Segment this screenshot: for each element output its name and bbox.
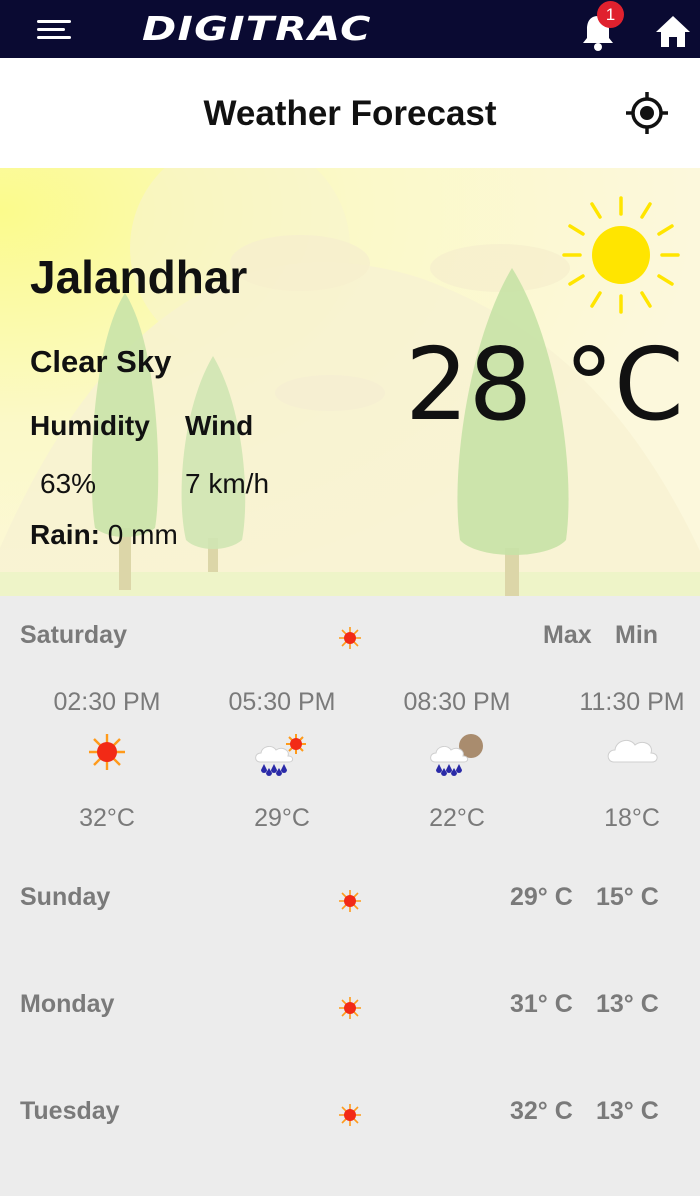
rain-info: Rain: 0 mm (30, 519, 178, 551)
wind-label: Wind (185, 410, 254, 441)
page-title: Weather Forecast (203, 94, 497, 133)
menu-icon[interactable] (30, 14, 76, 44)
hourly-temp: 22°C (429, 804, 485, 832)
hourly-time: 05:30 PM (228, 688, 336, 716)
daily-day-name: Sunday (20, 883, 111, 911)
wind-value: 7 km/h (185, 468, 270, 499)
hourly-temp: 18°C (604, 804, 660, 832)
hourly-temp: 32°C (79, 804, 135, 832)
min-header: Min (615, 621, 659, 649)
forecast-panel: Saturday Max Min 02:30 PM 05:30 PM 08:30… (0, 596, 700, 1196)
daily-max-temp: 31° C (510, 990, 573, 1018)
humidity-label: Humidity (30, 410, 150, 441)
today-day-name: Saturday (20, 621, 127, 649)
humidity-value: 63% (40, 468, 97, 499)
sun-icon (89, 734, 125, 770)
daily-day-name: Monday (20, 990, 115, 1018)
daily-min-temp: 13° C (596, 1097, 659, 1125)
daily-max-temp: 29° C (510, 883, 573, 911)
app-bar: DIGITRAC 1 (0, 0, 700, 58)
home-icon[interactable] (654, 14, 692, 48)
weather-condition: Clear Sky (30, 344, 172, 379)
daily-max-temp: 32° C (510, 1097, 573, 1125)
hourly-time: 08:30 PM (403, 688, 511, 716)
daily-min-temp: 13° C (596, 990, 659, 1018)
max-header: Max (543, 621, 592, 649)
clear-sky-sun-icon (562, 196, 680, 314)
rain-label: Rain: (30, 519, 100, 550)
title-bar: Weather Forecast (0, 58, 700, 168)
rain-moon-icon (430, 734, 483, 776)
rain-sun-icon (255, 734, 306, 776)
hourly-temp: 29°C (254, 804, 310, 832)
notification-badge: 1 (597, 1, 624, 28)
current-weather-card: Jalandhar Clear Sky Humidity Wind 63% 7 … (0, 168, 700, 596)
rain-value: 0 mm (100, 519, 178, 550)
hourly-time: 02:30 PM (53, 688, 161, 716)
sun-icon (339, 890, 361, 912)
city-name: Jalandhar (30, 251, 248, 303)
cloud-icon (607, 739, 658, 763)
brand-logo: DIGITRAC (142, 9, 372, 48)
daily-min-temp: 15° C (596, 883, 659, 911)
current-temperature: 28 °C (405, 326, 684, 443)
sun-icon (339, 997, 361, 1019)
my-location-icon[interactable] (624, 90, 670, 136)
sun-icon (339, 627, 361, 649)
sun-icon (339, 1104, 361, 1126)
daily-day-name: Tuesday (20, 1097, 120, 1125)
hourly-time: 11:30 PM (579, 688, 685, 716)
